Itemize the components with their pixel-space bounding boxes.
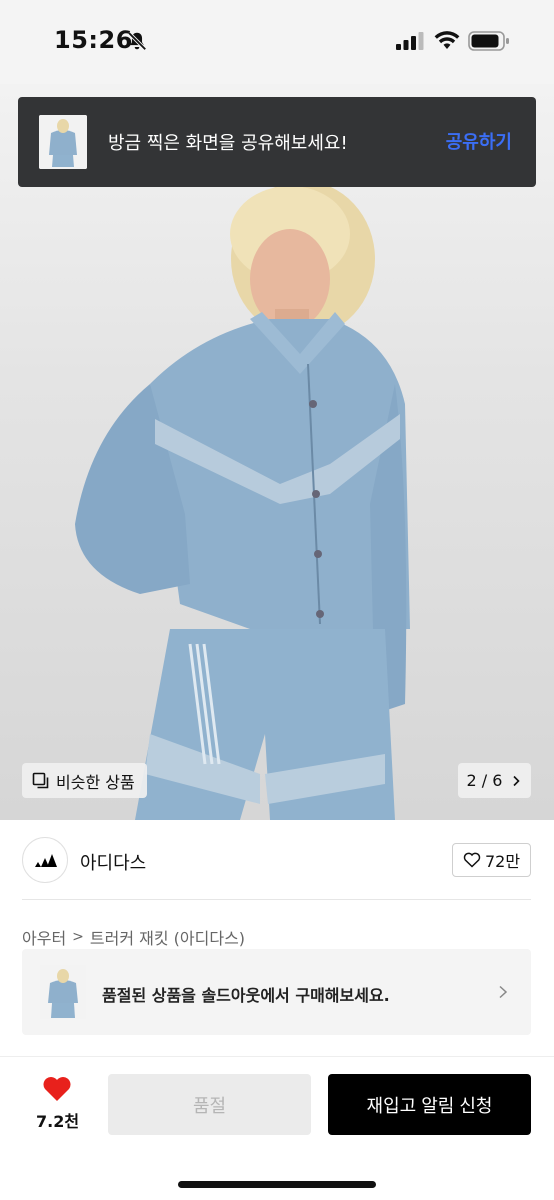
status-bar: 15:26: [0, 0, 554, 84]
page-indicator-text: 2 / 6: [466, 771, 503, 790]
battery-icon: [468, 31, 509, 51]
share-button[interactable]: 공유하기: [446, 128, 512, 154]
wifi-icon: [434, 31, 460, 49]
product-image-carousel[interactable]: [0, 84, 554, 820]
share-toast: 방금 찍은 화면을 공유해보세요! 공유하기: [18, 97, 536, 187]
status-time: 15:26: [54, 26, 133, 54]
brand-name[interactable]: 아디다스: [80, 849, 146, 875]
like-count: 72만: [484, 852, 521, 871]
soldout-button[interactable]: 품절: [108, 1074, 311, 1135]
breadcrumb: 아우터 > 트러커 재킷 (아디다스): [22, 925, 245, 949]
similar-items-icon: [32, 772, 49, 788]
soldout-promo-banner[interactable]: 품절된 상품을 솔드아웃에서 구매해보세요.: [22, 949, 531, 1035]
brand-like-button[interactable]: 72만: [452, 843, 531, 877]
breadcrumb-separator-icon: >: [72, 929, 84, 945]
similar-products-button[interactable]: 비슷한 상품: [22, 763, 147, 798]
promo-thumbnail: [40, 965, 86, 1019]
screenshot-thumbnail: [39, 115, 87, 169]
home-indicator: [178, 1181, 376, 1188]
promo-text: 품절된 상품을 솔드아웃에서 구매해보세요.: [102, 986, 390, 1005]
image-page-indicator[interactable]: 2 / 6: [458, 763, 531, 798]
toast-message: 방금 찍은 화면을 공유해보세요!: [108, 133, 348, 154]
chevron-right-icon: [513, 775, 521, 786]
divider: [22, 899, 531, 900]
restock-alert-button[interactable]: 재입고 알림 신청: [328, 1074, 531, 1135]
breadcrumb-category[interactable]: 아우터: [22, 925, 66, 949]
wish-count: 7.2천: [36, 1112, 80, 1131]
signal-icon: [396, 32, 424, 50]
breadcrumb-product[interactable]: 트러커 재킷 (아디다스): [90, 925, 245, 949]
similar-products-label: 비슷한 상품: [56, 772, 135, 792]
brand-logo[interactable]: [22, 837, 68, 883]
adidas-logo-icon: [35, 854, 57, 867]
heart-outline-icon: [463, 852, 481, 868]
product-photo: [75, 181, 410, 820]
wishlist-heart-icon[interactable]: [42, 1076, 72, 1102]
chevron-right-icon: [499, 985, 508, 999]
bell-slash-icon: [127, 31, 147, 51]
